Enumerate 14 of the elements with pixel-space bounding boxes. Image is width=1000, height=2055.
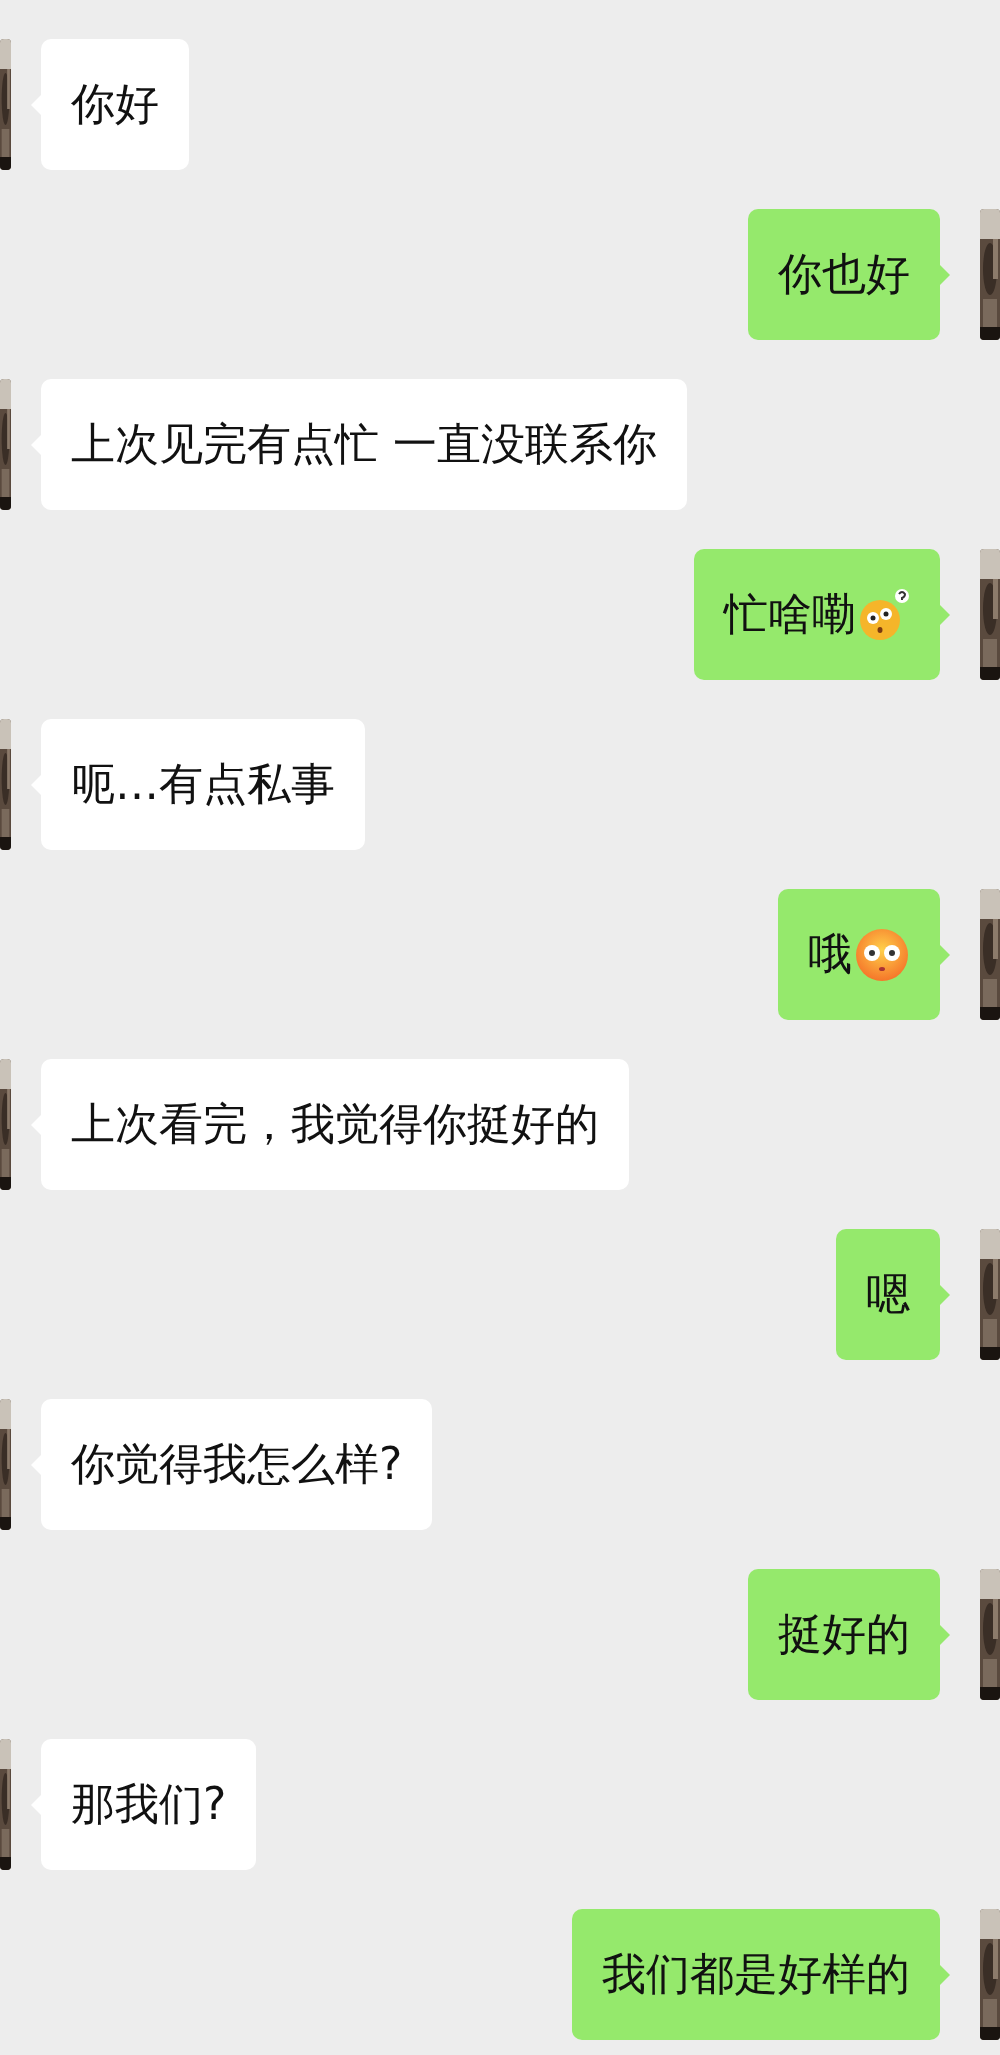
message-text: 上次看完，我觉得你挺好的 [71, 1097, 599, 1151]
message-text: 哦 [808, 927, 852, 981]
message-text: 你觉得我怎么样? [71, 1437, 403, 1491]
message-text: 挺好的 [778, 1607, 910, 1661]
flushed-emoji-icon [854, 926, 910, 983]
message-text: 我们都是好样的 [602, 1947, 910, 2001]
message-text: 上次见完有点忙 一直没联系你 [71, 417, 657, 471]
message-text: 嗯 [866, 1267, 910, 1321]
message-text: 呃…有点私事 [71, 757, 335, 811]
message-text: 忙啥嘞 [724, 587, 856, 641]
message-text: 你也好 [778, 247, 910, 301]
message-text: 你好 [71, 77, 159, 131]
puzzled-emoji-icon [858, 587, 910, 642]
message-text: 那我们? [71, 1777, 227, 1831]
